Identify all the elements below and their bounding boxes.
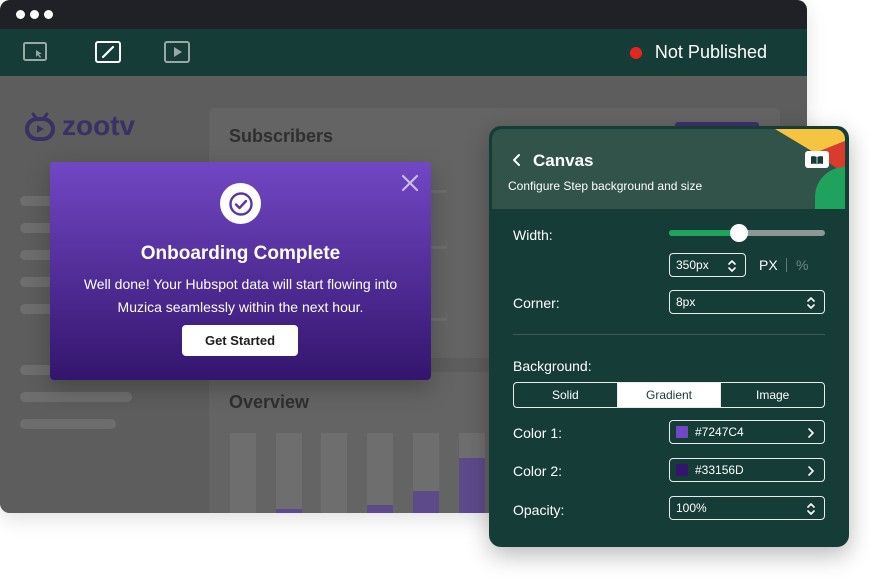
status-dot-icon <box>629 46 642 59</box>
title-bar <box>0 0 807 29</box>
onboarding-modal: Onboarding Complete Well done! Your Hubs… <box>50 162 431 380</box>
width-label: Width: <box>513 227 553 243</box>
background-option-solid[interactable]: Solid <box>514 383 618 407</box>
chevron-right-icon[interactable] <box>806 426 816 440</box>
color1-value: #7247C4 <box>695 425 744 439</box>
subscribers-title: Subscribers <box>229 126 334 146</box>
slider-fill <box>669 230 740 236</box>
width-slider[interactable] <box>669 224 825 242</box>
window-dot-icon[interactable] <box>44 10 53 19</box>
decorative-shapes <box>775 129 845 209</box>
stepper-icon[interactable] <box>727 259 737 273</box>
color2-swatch <box>676 464 688 476</box>
publish-status: Not Published <box>629 42 767 63</box>
overview-bar-fill <box>367 505 393 513</box>
play-icon[interactable] <box>164 40 190 64</box>
select-tool-icon[interactable] <box>22 40 48 64</box>
opacity-label: Opacity: <box>513 502 565 518</box>
back-chevron-icon[interactable] <box>510 153 524 167</box>
opacity-select[interactable]: 100% <box>669 496 825 520</box>
skeleton-line <box>431 318 447 321</box>
overview-bar-fill <box>459 458 485 513</box>
stepper-icon[interactable] <box>806 502 816 516</box>
skeleton-line <box>20 392 132 402</box>
corner-label: Corner: <box>513 295 560 311</box>
background-type-selector: Solid Gradient Image <box>513 382 825 408</box>
chevron-right-icon[interactable] <box>806 464 816 478</box>
color2-value: #33156D <box>695 463 744 477</box>
status-text: Not Published <box>654 42 767 62</box>
width-value-stepper[interactable]: 350px <box>669 253 746 277</box>
color1-swatch <box>676 426 688 438</box>
unit-percent-toggle[interactable]: % <box>796 257 808 273</box>
modal-title: Onboarding Complete <box>140 243 341 264</box>
success-check-icon <box>220 183 261 224</box>
opacity-value: 100% <box>676 501 707 515</box>
book-icon[interactable] <box>805 151 829 168</box>
logo: zootv <box>24 110 135 142</box>
window-dot-icon[interactable] <box>16 10 25 19</box>
divider <box>513 334 825 335</box>
color1-label: Color 1: <box>513 425 563 441</box>
overview-bar <box>367 433 393 513</box>
background-option-image[interactable]: Image <box>721 383 824 407</box>
logo-text: zootv <box>62 110 136 141</box>
skeleton-line <box>20 419 116 429</box>
slider-handle[interactable] <box>730 224 749 242</box>
modal-message: Well done! Your Hubspot data will start … <box>83 276 398 315</box>
canvas-settings-panel: Canvas Configure Step background and siz… <box>489 126 849 547</box>
tv-logo-icon <box>25 112 55 141</box>
close-icon[interactable] <box>399 172 421 194</box>
editor-toolbar: Not Published <box>0 29 807 76</box>
skeleton-line <box>431 190 447 193</box>
color2-picker[interactable]: #33156D <box>669 458 825 482</box>
window-dot-icon[interactable] <box>30 10 39 19</box>
edit-tool-icon[interactable] <box>95 40 121 64</box>
get-started-button[interactable]: Get Started <box>182 325 298 356</box>
panel-header: Canvas Configure Step background and siz… <box>492 129 845 209</box>
overview-bar <box>321 433 347 513</box>
panel-subtitle: Configure Step background and size <box>508 179 703 193</box>
color2-label: Color 2: <box>513 463 563 479</box>
overview-bar <box>230 433 256 513</box>
overview-bar-fill <box>413 491 439 513</box>
skeleton-line <box>431 246 447 249</box>
overview-bar-fill <box>276 509 302 513</box>
stepper-icon[interactable] <box>806 296 816 310</box>
panel-title: Canvas <box>533 151 594 170</box>
color1-picker[interactable]: #7247C4 <box>669 420 825 444</box>
background-label: Background: <box>513 358 592 374</box>
unit-px-toggle[interactable]: PX <box>759 257 778 273</box>
overview-title: Overview <box>229 392 310 412</box>
background-option-gradient[interactable]: Gradient <box>617 383 722 407</box>
overview-bar <box>276 433 302 513</box>
corner-value: 8px <box>676 295 696 309</box>
unit-divider <box>786 258 787 272</box>
width-value: 350px <box>676 258 709 272</box>
corner-select[interactable]: 8px <box>669 290 825 314</box>
